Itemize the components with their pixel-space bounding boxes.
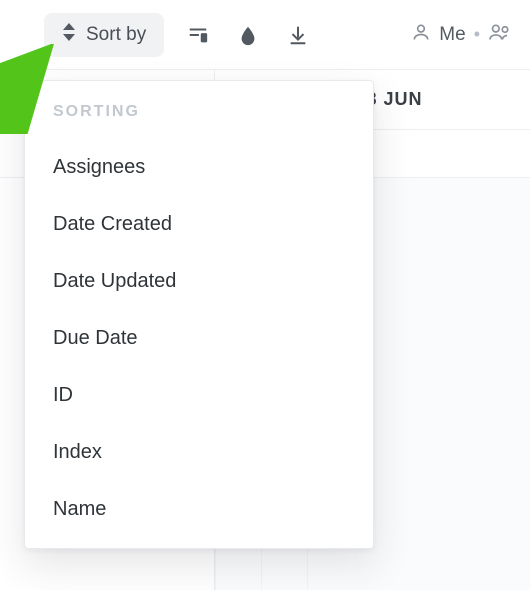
sort-icon — [62, 23, 76, 47]
sort-by-button[interactable]: Sort by — [44, 13, 164, 57]
people-icon[interactable] — [488, 22, 512, 48]
sort-option-due-date[interactable]: Due Date — [25, 310, 373, 367]
sort-option-id[interactable]: ID — [25, 367, 373, 424]
sort-option-date-updated[interactable]: Date Updated — [25, 253, 373, 310]
sort-dropdown: SORTING AssigneesDate CreatedDate Update… — [24, 80, 374, 549]
sort-dropdown-heading: SORTING — [25, 95, 373, 139]
sort-option-assignees[interactable]: Assignees — [25, 139, 373, 196]
sort-option-index[interactable]: Index — [25, 424, 373, 481]
separator-dot: • — [474, 24, 480, 45]
download-icon[interactable] — [282, 19, 314, 51]
sort-by-label: Sort by — [86, 24, 146, 46]
sort-option-name[interactable]: Name — [25, 481, 373, 538]
sort-option-date-created[interactable]: Date Created — [25, 196, 373, 253]
drop-icon[interactable] — [232, 19, 264, 51]
person-icon — [411, 22, 431, 48]
group-icon[interactable] — [182, 19, 214, 51]
me-filter[interactable]: Me • — [411, 22, 512, 48]
toolbar: Sort by Me • — [0, 0, 530, 70]
me-label: Me — [439, 24, 465, 46]
